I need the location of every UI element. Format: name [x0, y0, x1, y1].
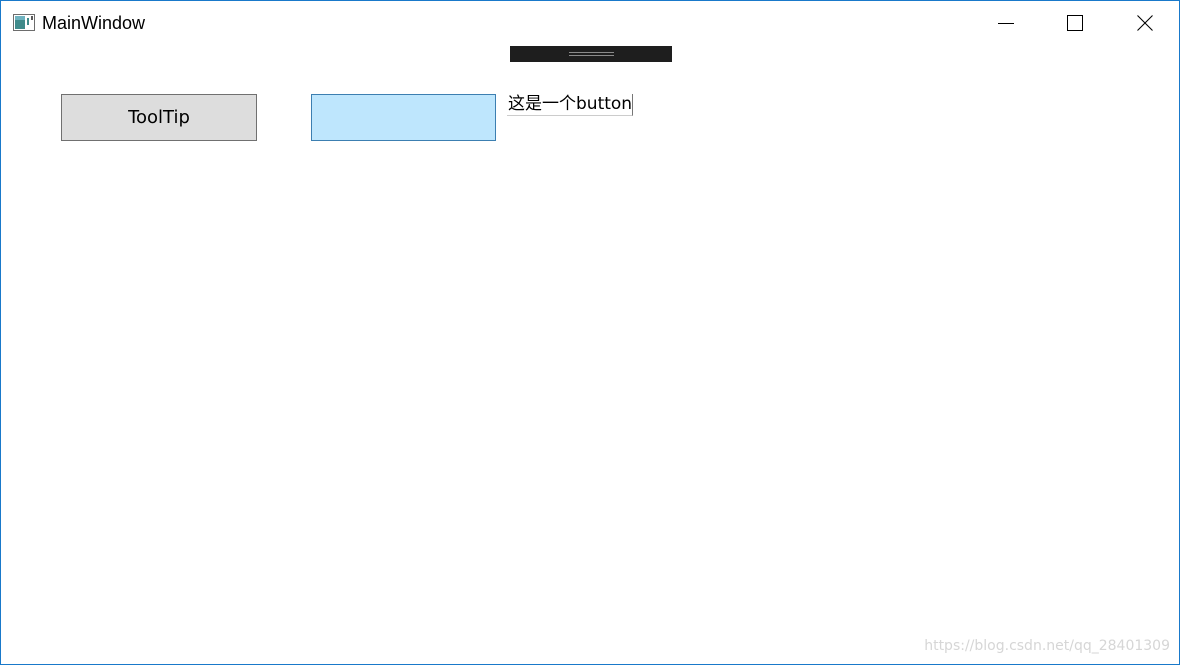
watermark: https://blog.csdn.net/qq_28401309	[924, 638, 1170, 654]
maximize-icon	[1067, 15, 1083, 31]
title-bar[interactable]: MainWindow	[1, 1, 1179, 45]
tooltip-popup: 这是一个button	[507, 94, 634, 116]
hovered-button[interactable]	[311, 94, 496, 141]
minimize-icon	[998, 15, 1014, 31]
maximize-button[interactable]	[1041, 1, 1109, 45]
minimize-button[interactable]	[972, 1, 1040, 45]
debug-toolbar[interactable]	[510, 46, 672, 62]
window-title: MainWindow	[42, 13, 146, 33]
close-button[interactable]	[1111, 1, 1179, 45]
window-app-icon[interactable]	[13, 14, 35, 31]
main-window: MainWindow ToolTip 这是一个button https://bl…	[0, 0, 1180, 665]
tooltip-button[interactable]: ToolTip	[61, 94, 257, 141]
close-icon	[1137, 15, 1153, 31]
